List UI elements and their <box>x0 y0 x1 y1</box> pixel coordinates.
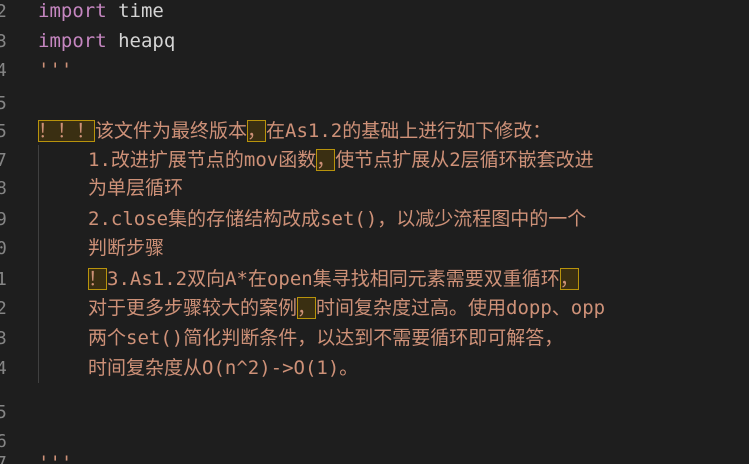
code-line[interactable]: 4 时间复杂度从O(n^2)->O(1)。 <box>0 354 749 383</box>
string-token: 判断步骤 <box>88 237 165 259</box>
highlighted-char: ， <box>247 120 267 142</box>
line-number: 5 <box>0 89 12 118</box>
code-line[interactable]: 9 2.close集的存储结构改成set()，以减少流程图中的一个 <box>0 205 749 234</box>
line-number-text: 1 <box>0 269 7 290</box>
line-number: 3 <box>0 324 12 353</box>
line-number: 8 <box>0 174 12 203</box>
code-text: 1.改进扩展节点的mov函数，使节点扩展从2层循环嵌套改进 <box>88 146 594 175</box>
string-token: 使节点扩展从2层循环嵌套改进 <box>335 149 594 171</box>
code-text: 判断步骤 <box>88 234 164 263</box>
line-number-text: 7 <box>0 150 7 171</box>
identifier-token: heapq <box>106 30 176 52</box>
code-text: ！3.As1.2双向A*在open集寻找相同元素需要双重循环， <box>88 265 579 294</box>
code-text: 为单层循环 <box>88 174 183 203</box>
line-number-text: 8 <box>0 178 7 199</box>
code-line[interactable]: 4 ''' <box>0 56 749 85</box>
line-number-text: 5 <box>0 93 7 114</box>
code-editor[interactable]: 2 import time 3 import heapq 4 ''' 5 5 ！！！该文件为最终… <box>0 0 749 464</box>
line-number-text: 2 <box>0 1 7 22</box>
code-line[interactable]: 5 <box>0 398 749 427</box>
keyword-token: import <box>38 0 107 22</box>
highlighted-char: ！ <box>88 268 108 290</box>
line-number-text: 5 <box>0 402 7 423</box>
line-number-text: 9 <box>0 209 7 230</box>
line-number: 7 <box>0 146 12 175</box>
code-line[interactable]: 7 ''' <box>0 449 749 464</box>
code-text: ''' <box>38 449 72 464</box>
string-token: 时间复杂度从O(n^2)->O(1)。 <box>88 357 359 379</box>
string-token: 为单层循环 <box>88 177 184 199</box>
line-number-text: 5 <box>0 121 7 142</box>
code-text: 两个set()简化判断条件，以达到不需要循环即可解答， <box>88 324 563 353</box>
code-text: import time <box>38 0 164 26</box>
code-line[interactable]: 2 对于更多步骤较大的案例，时间复杂度过高。使用dopp、opp <box>0 294 749 323</box>
line-number-text: 4 <box>0 60 7 81</box>
highlighted-char: ， <box>559 268 579 290</box>
line-number: 5 <box>0 117 12 146</box>
code-line[interactable]: 5 <box>0 89 749 118</box>
line-number-text: 3 <box>0 328 7 349</box>
code-line[interactable]: 2 import time <box>0 0 749 26</box>
line-number: 3 <box>0 27 12 56</box>
line-number: 9 <box>0 205 12 234</box>
code-line[interactable]: 7 1.改进扩展节点的mov函数，使节点扩展从2层循环嵌套改进 <box>0 146 749 175</box>
code-line[interactable]: 1 ！3.As1.2双向A*在open集寻找相同元素需要双重循环， <box>0 265 749 294</box>
code-text: 对于更多步骤较大的案例，时间复杂度过高。使用dopp、opp <box>88 294 605 323</box>
string-token: 两个set()简化判断条件，以达到不需要循环即可解答， <box>88 327 564 349</box>
line-number: 2 <box>0 0 12 26</box>
line-number: 4 <box>0 56 12 85</box>
string-token: 在As1.2的基础上进行如下修改： <box>266 120 552 142</box>
string-token: 该文件为最终版本 <box>95 120 248 142</box>
string-token: 1.改进扩展节点的mov函数 <box>88 149 317 171</box>
identifier-token: time <box>106 0 164 22</box>
string-token: 3.As1.2双向A*在open集寻找相同元素需要双重循环 <box>107 268 560 290</box>
code-line[interactable]: 8 为单层循环 <box>0 174 749 203</box>
line-number: 1 <box>0 265 12 294</box>
line-number: 2 <box>0 294 12 323</box>
line-number: 7 <box>0 449 12 464</box>
string-token: ''' <box>38 452 73 464</box>
code-line[interactable]: 3 两个set()简化判断条件，以达到不需要循环即可解答， <box>0 324 749 353</box>
code-text: 时间复杂度从O(n^2)->O(1)。 <box>88 354 358 383</box>
line-number-text: 0 <box>0 238 7 259</box>
code-text: 2.close集的存储结构改成set()，以减少流程图中的一个 <box>88 205 586 234</box>
code-line[interactable]: 5 ！！！该文件为最终版本，在As1.2的基础上进行如下修改： <box>0 117 749 146</box>
string-token: ''' <box>38 59 73 81</box>
line-number: 4 <box>0 354 12 383</box>
code-line[interactable]: 0 判断步骤 <box>0 234 749 263</box>
line-number-text: 2 <box>0 298 7 319</box>
line-number: 0 <box>0 234 12 263</box>
highlighted-char: ！！！ <box>38 120 96 142</box>
line-number-text: 3 <box>0 31 7 52</box>
string-token: 2.close集的存储结构改成set()，以减少流程图中的一个 <box>88 208 587 230</box>
string-token: 对于更多步骤较大的案例 <box>88 297 298 319</box>
line-number-text: 7 <box>0 453 7 464</box>
code-line[interactable]: 3 import heapq <box>0 27 749 56</box>
keyword-token: import <box>38 30 107 52</box>
code-text: ''' <box>38 56 72 85</box>
highlighted-char: ， <box>316 149 336 171</box>
string-token: 时间复杂度过高。使用dopp、opp <box>316 297 606 319</box>
line-number-text: 4 <box>0 358 7 379</box>
code-text: import heapq <box>38 27 175 56</box>
code-text: ！！！该文件为最终版本，在As1.2的基础上进行如下修改： <box>38 117 551 146</box>
highlighted-char: ， <box>297 297 317 319</box>
line-number: 5 <box>0 398 12 427</box>
